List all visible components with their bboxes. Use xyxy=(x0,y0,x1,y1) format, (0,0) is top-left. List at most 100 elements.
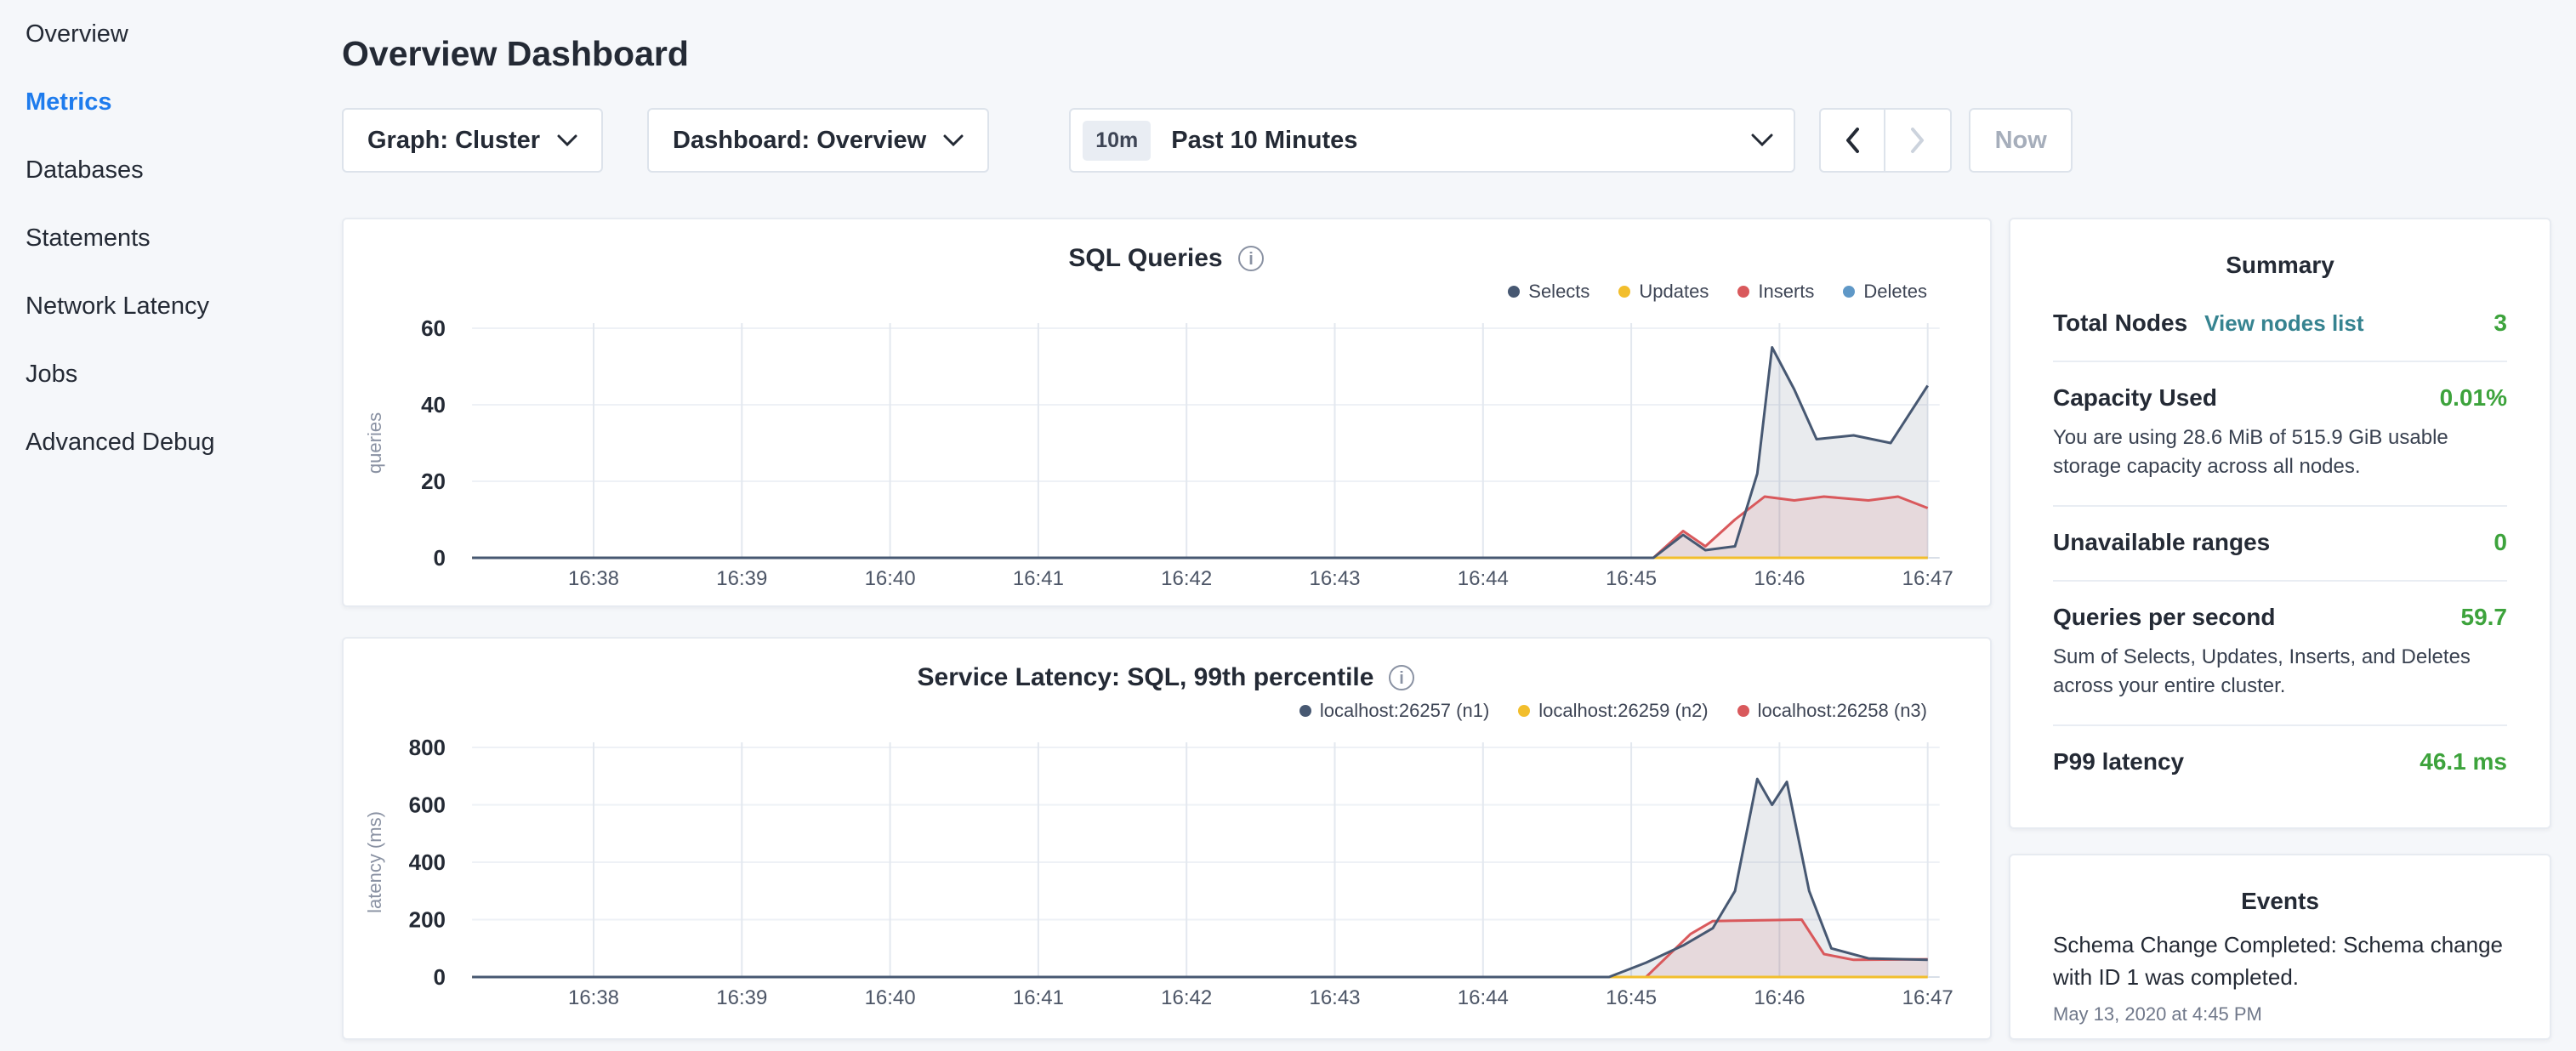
svg-text:0: 0 xyxy=(434,964,446,990)
legend-label: Selects xyxy=(1528,281,1589,303)
legend-dot xyxy=(1508,286,1520,298)
svg-text:16:42: 16:42 xyxy=(1161,567,1212,590)
time-pager xyxy=(1819,108,1952,173)
legend-item[interactable]: localhost:26259 (n2) xyxy=(1518,700,1708,722)
summary-label: P99 latency xyxy=(2053,748,2184,775)
events-title: Events xyxy=(2053,888,2507,915)
chart-title: SQL Queries xyxy=(1068,244,1222,273)
chevron-right-icon xyxy=(1909,127,1926,154)
summary-row-unavailable-ranges: Unavailable ranges 0 xyxy=(2053,507,2507,582)
legend-item[interactable]: localhost:26258 (n3) xyxy=(1737,700,1927,722)
legend-dot xyxy=(1843,286,1855,298)
time-forward-button[interactable] xyxy=(1885,108,1952,173)
summary-row-queries-per-second: Queries per second 59.7 Sum of Selects, … xyxy=(2053,582,2507,726)
graph-scope-label: Graph: Cluster xyxy=(367,127,540,155)
chevron-down-icon xyxy=(557,134,577,146)
svg-text:16:47: 16:47 xyxy=(1902,567,1953,590)
summary-value: 0 xyxy=(2494,529,2507,556)
controls-bar: Graph: Cluster Dashboard: Overview 10m P… xyxy=(342,108,2551,173)
time-controls: 10m Past 10 Minutes Now xyxy=(1069,108,2073,173)
legend-label: Inserts xyxy=(1758,281,1814,303)
event-text: Schema Change Completed: Schema change w… xyxy=(2053,929,2507,993)
legend-label: localhost:26258 (n3) xyxy=(1758,700,1927,722)
sidebar-item-network-latency[interactable]: Network Latency xyxy=(0,272,342,340)
svg-text:800: 800 xyxy=(409,736,446,760)
dashboard-body: SQL Queries i Selects Updates Inserts Delet… xyxy=(342,218,2551,1040)
chevron-left-icon xyxy=(1844,127,1861,154)
chart-header: SQL Queries i xyxy=(344,241,1990,276)
chart-header: Service Latency: SQL, 99th percentile i xyxy=(344,661,1990,695)
summary-value: 0.01% xyxy=(2440,384,2507,412)
legend-dot xyxy=(1299,705,1311,717)
legend-item[interactable]: Selects xyxy=(1508,281,1589,303)
sidebar-item-advanced-debug[interactable]: Advanced Debug xyxy=(0,408,342,476)
legend-label: localhost:26259 (n2) xyxy=(1538,700,1708,722)
summary-value: 3 xyxy=(2494,310,2507,337)
main-content: Overview Dashboard Graph: Cluster Dashbo… xyxy=(342,0,2576,1051)
svg-text:16:41: 16:41 xyxy=(1013,986,1064,1009)
svg-text:i: i xyxy=(1248,250,1254,269)
svg-text:16:39: 16:39 xyxy=(716,986,767,1009)
svg-text:200: 200 xyxy=(409,907,446,933)
legend-dot xyxy=(1618,286,1630,298)
svg-text:16:46: 16:46 xyxy=(1754,567,1805,590)
legend-item[interactable]: Inserts xyxy=(1737,281,1814,303)
svg-text:60: 60 xyxy=(421,316,446,341)
info-icon[interactable]: i xyxy=(1387,663,1416,692)
event-timestamp: May 13, 2020 at 4:45 PM xyxy=(2053,1003,2507,1025)
graph-scope-dropdown[interactable]: Graph: Cluster xyxy=(342,108,603,173)
svg-text:16:44: 16:44 xyxy=(1458,567,1509,590)
svg-text:400: 400 xyxy=(409,849,446,875)
sidebar: Overview Metrics Databases Statements Ne… xyxy=(0,0,342,1051)
svg-text:16:42: 16:42 xyxy=(1161,986,1212,1009)
svg-text:16:43: 16:43 xyxy=(1309,567,1360,590)
charts-column: SQL Queries i Selects Updates Inserts Delet… xyxy=(342,218,1992,1040)
event-list-item[interactable]: Schema Change Completed: Schema change w… xyxy=(2053,929,2507,1025)
summary-row-capacity-used: Capacity Used 0.01% You are using 28.6 M… xyxy=(2053,362,2507,507)
time-range-dropdown[interactable]: 10m Past 10 Minutes xyxy=(1069,108,1795,173)
summary-label: Total Nodes xyxy=(2053,310,2187,337)
sidebar-item-jobs[interactable]: Jobs xyxy=(0,340,342,408)
summary-description: You are using 28.6 MiB of 515.9 GiB usab… xyxy=(2053,423,2507,481)
summary-value: 46.1 ms xyxy=(2420,748,2507,775)
summary-row-total-nodes: Total Nodes View nodes list 3 xyxy=(2053,287,2507,362)
dashboard-dropdown[interactable]: Dashboard: Overview xyxy=(647,108,989,173)
sql-queries-chart-card: SQL Queries i Selects Updates Inserts Delet… xyxy=(342,218,1992,607)
info-icon[interactable]: i xyxy=(1237,244,1265,273)
dashboard-label: Dashboard: Overview xyxy=(673,127,926,155)
legend-item[interactable]: Updates xyxy=(1618,281,1709,303)
sql-queries-chart[interactable]: 020406016:3816:3916:4016:4116:4216:4316:… xyxy=(344,316,1990,605)
chart-legend: localhost:26257 (n1) localhost:26259 (n2)… xyxy=(344,698,1990,724)
legend-item[interactable]: Deletes xyxy=(1843,281,1927,303)
svg-text:16:46: 16:46 xyxy=(1754,986,1805,1009)
summary-title: Summary xyxy=(2053,252,2507,279)
now-button[interactable]: Now xyxy=(1969,108,2073,173)
summary-panel: Summary Total Nodes View nodes list 3 Ca… xyxy=(2009,218,2551,829)
svg-text:600: 600 xyxy=(409,793,446,818)
sidebar-item-overview[interactable]: Overview xyxy=(0,0,342,68)
chart-title: Service Latency: SQL, 99th percentile xyxy=(918,663,1374,692)
svg-text:16:45: 16:45 xyxy=(1606,986,1657,1009)
svg-text:16:40: 16:40 xyxy=(865,567,916,590)
legend-item[interactable]: localhost:26257 (n1) xyxy=(1299,700,1489,722)
time-back-button[interactable] xyxy=(1819,108,1885,173)
svg-text:0: 0 xyxy=(434,545,446,571)
svg-text:16:43: 16:43 xyxy=(1309,986,1360,1009)
svg-text:queries: queries xyxy=(364,412,385,474)
legend-label: localhost:26257 (n1) xyxy=(1320,700,1489,722)
legend-label: Updates xyxy=(1639,281,1709,303)
view-nodes-list-link[interactable]: View nodes list xyxy=(2204,310,2363,337)
summary-label: Unavailable ranges xyxy=(2053,529,2270,556)
summary-label: Queries per second xyxy=(2053,604,2275,631)
sidebar-item-metrics[interactable]: Metrics xyxy=(0,68,342,136)
sidebar-item-databases[interactable]: Databases xyxy=(0,136,342,204)
sidebar-item-statements[interactable]: Statements xyxy=(0,204,342,272)
svg-text:16:41: 16:41 xyxy=(1013,567,1064,590)
right-column: Summary Total Nodes View nodes list 3 Ca… xyxy=(2009,218,2551,1040)
svg-text:latency (ms): latency (ms) xyxy=(364,811,385,913)
chevron-down-icon xyxy=(943,134,964,146)
service-latency-chart-card: Service Latency: SQL, 99th percentile i … xyxy=(342,637,1992,1040)
service-latency-chart[interactable]: 0 200 400 600 800 16:38 16:39 16:40 16:41 16:42 16… xyxy=(344,736,1990,1025)
svg-text:16:38: 16:38 xyxy=(568,986,619,1009)
svg-text:16:40: 16:40 xyxy=(865,986,916,1009)
